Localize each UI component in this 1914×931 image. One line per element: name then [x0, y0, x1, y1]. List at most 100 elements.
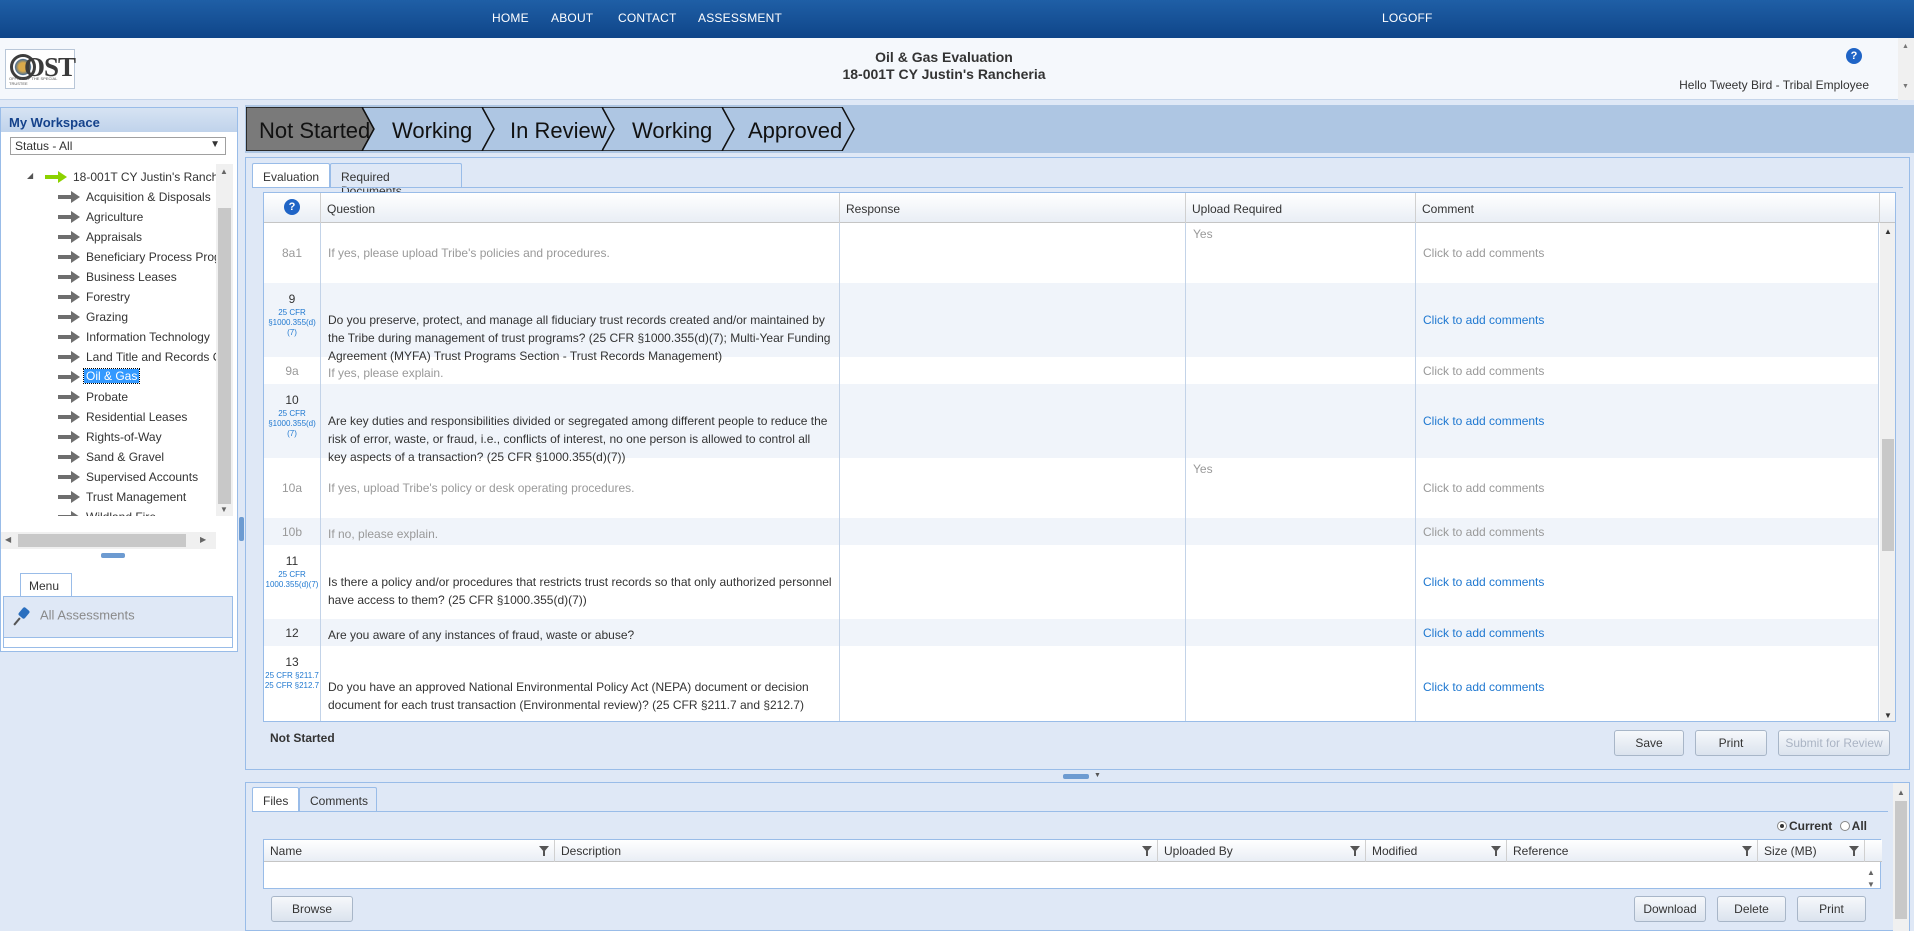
- nav-home-link[interactable]: HOME: [492, 11, 529, 25]
- tab-evaluation[interactable]: Evaluation: [252, 163, 330, 188]
- tree-item[interactable]: Forestry: [1, 287, 217, 307]
- tree-item[interactable]: Beneficiary Process Program: [1, 247, 217, 267]
- files-panel-scrollbar[interactable]: ▲: [1893, 783, 1909, 931]
- filter-icon[interactable]: [539, 846, 549, 856]
- response-cell[interactable]: [840, 646, 1186, 721]
- response-cell[interactable]: [840, 384, 1186, 458]
- nav-logoff-link[interactable]: LOGOFF: [1382, 11, 1433, 25]
- splitter-grip[interactable]: [239, 517, 244, 541]
- tree-horizontal-scrollbar[interactable]: ◀ ▶: [1, 532, 216, 549]
- radio-current[interactable]: [1776, 821, 1787, 831]
- cfr-reference-link[interactable]: 25 CFR §1000.355(d)(7): [264, 409, 320, 439]
- response-cell[interactable]: [840, 619, 1186, 646]
- scroll-up-icon[interactable]: ▲: [1867, 868, 1875, 877]
- tree-item[interactable]: Information Technology: [1, 327, 217, 347]
- response-cell[interactable]: [840, 283, 1186, 357]
- add-comment-link[interactable]: Click to add comments: [1416, 384, 1879, 458]
- help-icon[interactable]: ?: [284, 199, 300, 215]
- question-row[interactable]: 12 Are you aware of any instances of frau…: [264, 619, 1879, 646]
- tree-item[interactable]: Land Title and Records Offices: [1, 347, 217, 367]
- question-row[interactable]: 10 25 CFR §1000.355(d)(7) Are key duties a…: [264, 384, 1879, 464]
- column-response[interactable]: Response: [840, 193, 1186, 223]
- grid-vertical-scrollbar[interactable]: ▲ ▼: [1880, 223, 1895, 721]
- tree-item[interactable]: Appraisals: [1, 227, 217, 247]
- column-question[interactable]: Question: [321, 193, 840, 223]
- tree-item[interactable]: Rights-of-Way: [1, 427, 217, 447]
- question-row[interactable]: 9 25 CFR §1000.355(d)(7) Do you preserve, …: [264, 283, 1879, 363]
- question-row[interactable]: 9a If yes, please explain. Click to add co…: [264, 357, 1879, 384]
- add-comment-link[interactable]: Click to add comments: [1416, 518, 1879, 545]
- tree-collapse-icon[interactable]: ◢: [27, 171, 33, 180]
- scroll-up-icon[interactable]: ▲: [1897, 788, 1905, 797]
- panel-splitter-handle[interactable]: [101, 553, 125, 558]
- add-comment-link[interactable]: Click to add comments: [1416, 545, 1879, 619]
- download-button[interactable]: Download: [1634, 896, 1706, 922]
- filter-icon[interactable]: [1142, 846, 1152, 856]
- all-assessments-link[interactable]: All Assessments: [13, 606, 135, 626]
- delete-button[interactable]: Delete: [1717, 896, 1786, 922]
- scroll-down-icon[interactable]: ▼: [1884, 711, 1892, 720]
- column-description[interactable]: Description: [555, 840, 1158, 862]
- scroll-down-icon[interactable]: ▼: [220, 505, 228, 514]
- question-row[interactable]: 8a1 If yes, please upload Tribe's policie…: [264, 223, 1879, 283]
- response-cell[interactable]: [840, 518, 1186, 545]
- response-cell[interactable]: [840, 458, 1186, 518]
- column-comment[interactable]: Comment: [1416, 193, 1880, 223]
- response-cell[interactable]: [840, 357, 1186, 384]
- tree-item[interactable]: Oil & Gas: [1, 367, 217, 387]
- add-comment-link[interactable]: Click to add comments: [1416, 458, 1879, 518]
- scroll-right-icon[interactable]: ▶: [200, 535, 206, 544]
- tree-item[interactable]: Sand & Gravel: [1, 447, 217, 467]
- dropdown-arrow-icon[interactable]: ▼: [210, 139, 220, 150]
- scroll-thumb[interactable]: [218, 208, 231, 504]
- response-cell[interactable]: [840, 223, 1186, 283]
- scroll-thumb[interactable]: [18, 534, 186, 547]
- nav-about-link[interactable]: ABOUT: [551, 11, 593, 25]
- cfr-reference-link[interactable]: 25 CFR §211.7 25 CFR §212.7: [264, 671, 320, 691]
- status-filter-select[interactable]: Status - All ▼: [10, 137, 226, 155]
- submit-for-review-button[interactable]: Submit for Review: [1778, 730, 1890, 756]
- tree-item[interactable]: Business Leases: [1, 267, 217, 287]
- column-name[interactable]: Name: [264, 840, 555, 862]
- filter-icon[interactable]: [1849, 846, 1859, 856]
- question-row[interactable]: 10b If no, please explain. Click to add co…: [264, 518, 1879, 545]
- add-comment-link[interactable]: Click to add comments: [1416, 619, 1879, 646]
- tab-comments[interactable]: Comments: [299, 787, 377, 812]
- add-comment-link[interactable]: Click to add comments: [1416, 283, 1879, 357]
- add-comment-link[interactable]: Click to add comments: [1416, 223, 1879, 283]
- scroll-down-icon[interactable]: ▼: [1902, 83, 1909, 90]
- scroll-thumb[interactable]: [1895, 801, 1907, 919]
- scroll-up-icon[interactable]: ▲: [220, 167, 228, 176]
- scroll-down-icon[interactable]: ▼: [1867, 880, 1875, 889]
- question-row[interactable]: 11 25 CFR 1000.355(d)(7) Is there a policy…: [264, 545, 1879, 619]
- column-uploaded-by[interactable]: Uploaded By: [1158, 840, 1366, 862]
- tab-files[interactable]: Files: [252, 787, 299, 812]
- help-icon[interactable]: ?: [1846, 48, 1862, 64]
- add-comment-link[interactable]: Click to add comments: [1416, 646, 1879, 721]
- tree-item[interactable]: Acquisition & Disposals: [1, 187, 217, 207]
- tree-item[interactable]: Trust Management: [1, 487, 217, 507]
- print-button[interactable]: Print: [1695, 730, 1767, 756]
- tree-item[interactable]: Supervised Accounts: [1, 467, 217, 487]
- column-modified[interactable]: Modified: [1366, 840, 1507, 862]
- tree-item[interactable]: Probate: [1, 387, 217, 407]
- add-comment-link[interactable]: Click to add comments: [1416, 357, 1879, 384]
- tree-item[interactable]: Grazing: [1, 307, 217, 327]
- column-upload-required[interactable]: Upload Required: [1186, 193, 1416, 223]
- scroll-up-icon[interactable]: ▲: [1902, 43, 1909, 50]
- tree-root[interactable]: ◢ 18-001T CY Justin's Rancheria: [1, 167, 217, 187]
- cfr-reference-link[interactable]: 25 CFR §1000.355(d)(7): [264, 308, 320, 338]
- filter-icon[interactable]: [1742, 846, 1752, 856]
- filter-icon[interactable]: [1350, 846, 1360, 856]
- tree-item[interactable]: Agriculture: [1, 207, 217, 227]
- cfr-reference-link[interactable]: 25 CFR 1000.355(d)(7): [264, 570, 320, 590]
- response-cell[interactable]: [840, 545, 1186, 619]
- scroll-thumb[interactable]: [1882, 439, 1894, 551]
- question-row[interactable]: 13 25 CFR §211.7 25 CFR §212.7 Do you have…: [264, 646, 1879, 721]
- tab-menu[interactable]: Menu: [20, 573, 72, 597]
- tree-vertical-scrollbar[interactable]: ▲ ▼: [216, 164, 233, 516]
- question-row[interactable]: 10a If yes, upload Tribe's policy or desk…: [264, 458, 1879, 518]
- scroll-left-icon[interactable]: ◀: [5, 535, 11, 544]
- column-reference[interactable]: Reference: [1507, 840, 1758, 862]
- tree-item[interactable]: Wildland Fire: [1, 507, 217, 516]
